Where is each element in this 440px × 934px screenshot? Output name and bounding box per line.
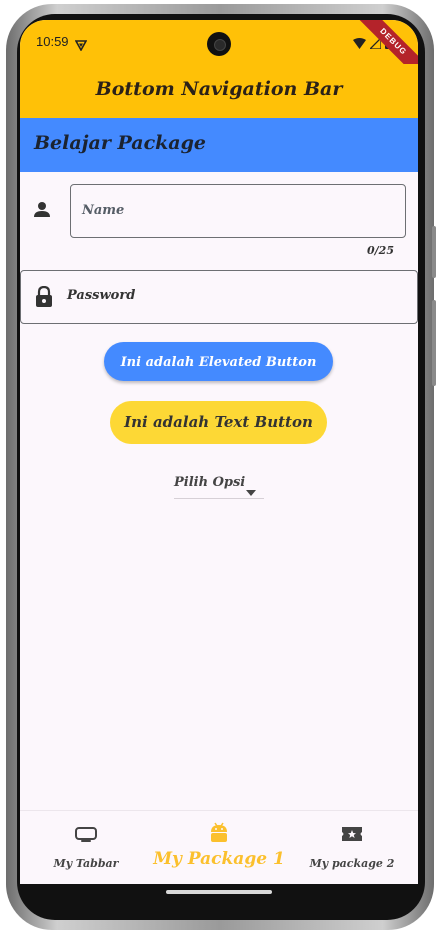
package-header-title: Belajar Package (34, 132, 206, 154)
package-header: Belajar Package (20, 118, 418, 172)
home-indicator[interactable] (166, 890, 272, 894)
name-row: Name 0/25 (20, 184, 418, 257)
dropdown-selected-value: Pilih Opsi (174, 475, 246, 490)
status-bar: 10:59 DEBUG (20, 20, 418, 87)
text-button[interactable]: Ini adalah Text Button (110, 401, 327, 444)
app-screen: 10:59 DEBUG Bottom Navigation Bar Belaja… (20, 20, 418, 884)
lock-icon (35, 285, 53, 312)
nav-item-my-package-2[interactable]: My package 2 (302, 811, 402, 884)
name-character-counter: 0/25 (367, 244, 394, 257)
password-placeholder: Password (67, 288, 136, 303)
status-time: 10:59 (36, 34, 69, 49)
person-icon (32, 200, 52, 224)
nav-label-my-package-1: My Package 1 (153, 849, 285, 869)
nav-item-my-package-1[interactable]: My Package 1 (150, 811, 288, 884)
bottom-navigation-bar: My Tabbar My Package 1 My package 2 (20, 810, 418, 884)
app-bar: Bottom Navigation Bar (20, 64, 418, 118)
phone-side-button-lower (432, 300, 436, 386)
android-icon (209, 822, 229, 848)
app-bar-title: Bottom Navigation Bar (95, 78, 343, 100)
nav-item-my-tabbar[interactable]: My Tabbar (38, 811, 134, 884)
nav-label-my-package-2: My package 2 (309, 857, 395, 870)
elevated-button[interactable]: Ini adalah Elevated Button (104, 342, 333, 381)
tv-icon (75, 825, 97, 847)
nav-label-my-tabbar: My Tabbar (53, 857, 119, 870)
ticket-icon (341, 825, 363, 847)
name-input[interactable]: Name (70, 184, 406, 238)
password-input[interactable]: Password (20, 270, 418, 324)
front-camera (207, 32, 231, 56)
options-dropdown[interactable]: Pilih Opsi (174, 472, 264, 499)
wifi-icon (353, 34, 366, 53)
vpn-shield-icon (74, 36, 88, 55)
dropdown-arrow-icon (246, 481, 256, 500)
phone-side-button-upper (432, 226, 436, 278)
name-placeholder: Name (82, 203, 125, 218)
